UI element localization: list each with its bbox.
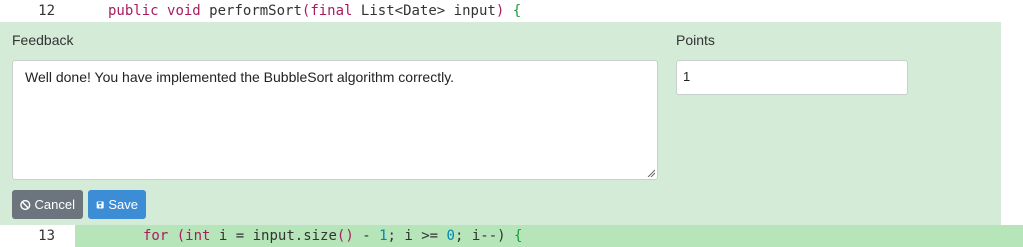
code-token: final [310, 3, 353, 19]
code-token: input [453, 3, 496, 19]
code-token: { [514, 228, 523, 244]
code-token: ( [176, 228, 186, 244]
code-token: ; i--) [454, 228, 506, 244]
code-token: ; i >= [387, 228, 439, 244]
resize-grip-icon[interactable] [647, 169, 655, 177]
points-label: Points [676, 32, 715, 48]
code-token: List<Date> [360, 3, 446, 19]
cancel-button[interactable]: Cancel [12, 190, 83, 219]
points-input[interactable]: 1 [676, 60, 908, 95]
code-token: 0 [446, 228, 455, 244]
code-line-13: 13 for (int i = input.size() - 1; i >= 0… [0, 225, 1023, 247]
cancel-label: Cancel [34, 197, 75, 212]
line-number: 12 [38, 3, 55, 19]
save-label: Save [108, 197, 138, 212]
points-value: 1 [683, 69, 691, 84]
feedback-text: Well done! You have implemented the Bubb… [25, 69, 455, 85]
code-token: 1 [379, 228, 388, 244]
code-text: public void performSort(final List<Date>… [108, 0, 521, 22]
ban-icon [20, 199, 31, 210]
code-token: performSort [209, 3, 302, 19]
code-line-12: 12 public void performSort(final List<Da… [0, 0, 1023, 22]
save-button[interactable]: Save [88, 190, 146, 219]
code-token: () [336, 228, 354, 244]
code-text: for (int i = input.size() - 1; i >= 0; i… [143, 225, 522, 247]
feedback-textarea[interactable]: Well done! You have implemented the Bubb… [12, 60, 658, 180]
line-number: 13 [38, 228, 55, 244]
code-token: void [167, 3, 201, 19]
code-token: - [362, 228, 371, 244]
code-token: for [143, 228, 169, 244]
code-token: public [108, 3, 159, 19]
code-token: ) [495, 3, 505, 19]
feedback-panel: Feedback Points Well done! You have impl… [0, 22, 1001, 225]
code-token: { [512, 3, 522, 19]
code-token: int [185, 228, 211, 244]
code-token: i = input.size [218, 228, 337, 244]
floppy-disk-icon [96, 201, 104, 208]
feedback-label: Feedback [12, 32, 74, 48]
